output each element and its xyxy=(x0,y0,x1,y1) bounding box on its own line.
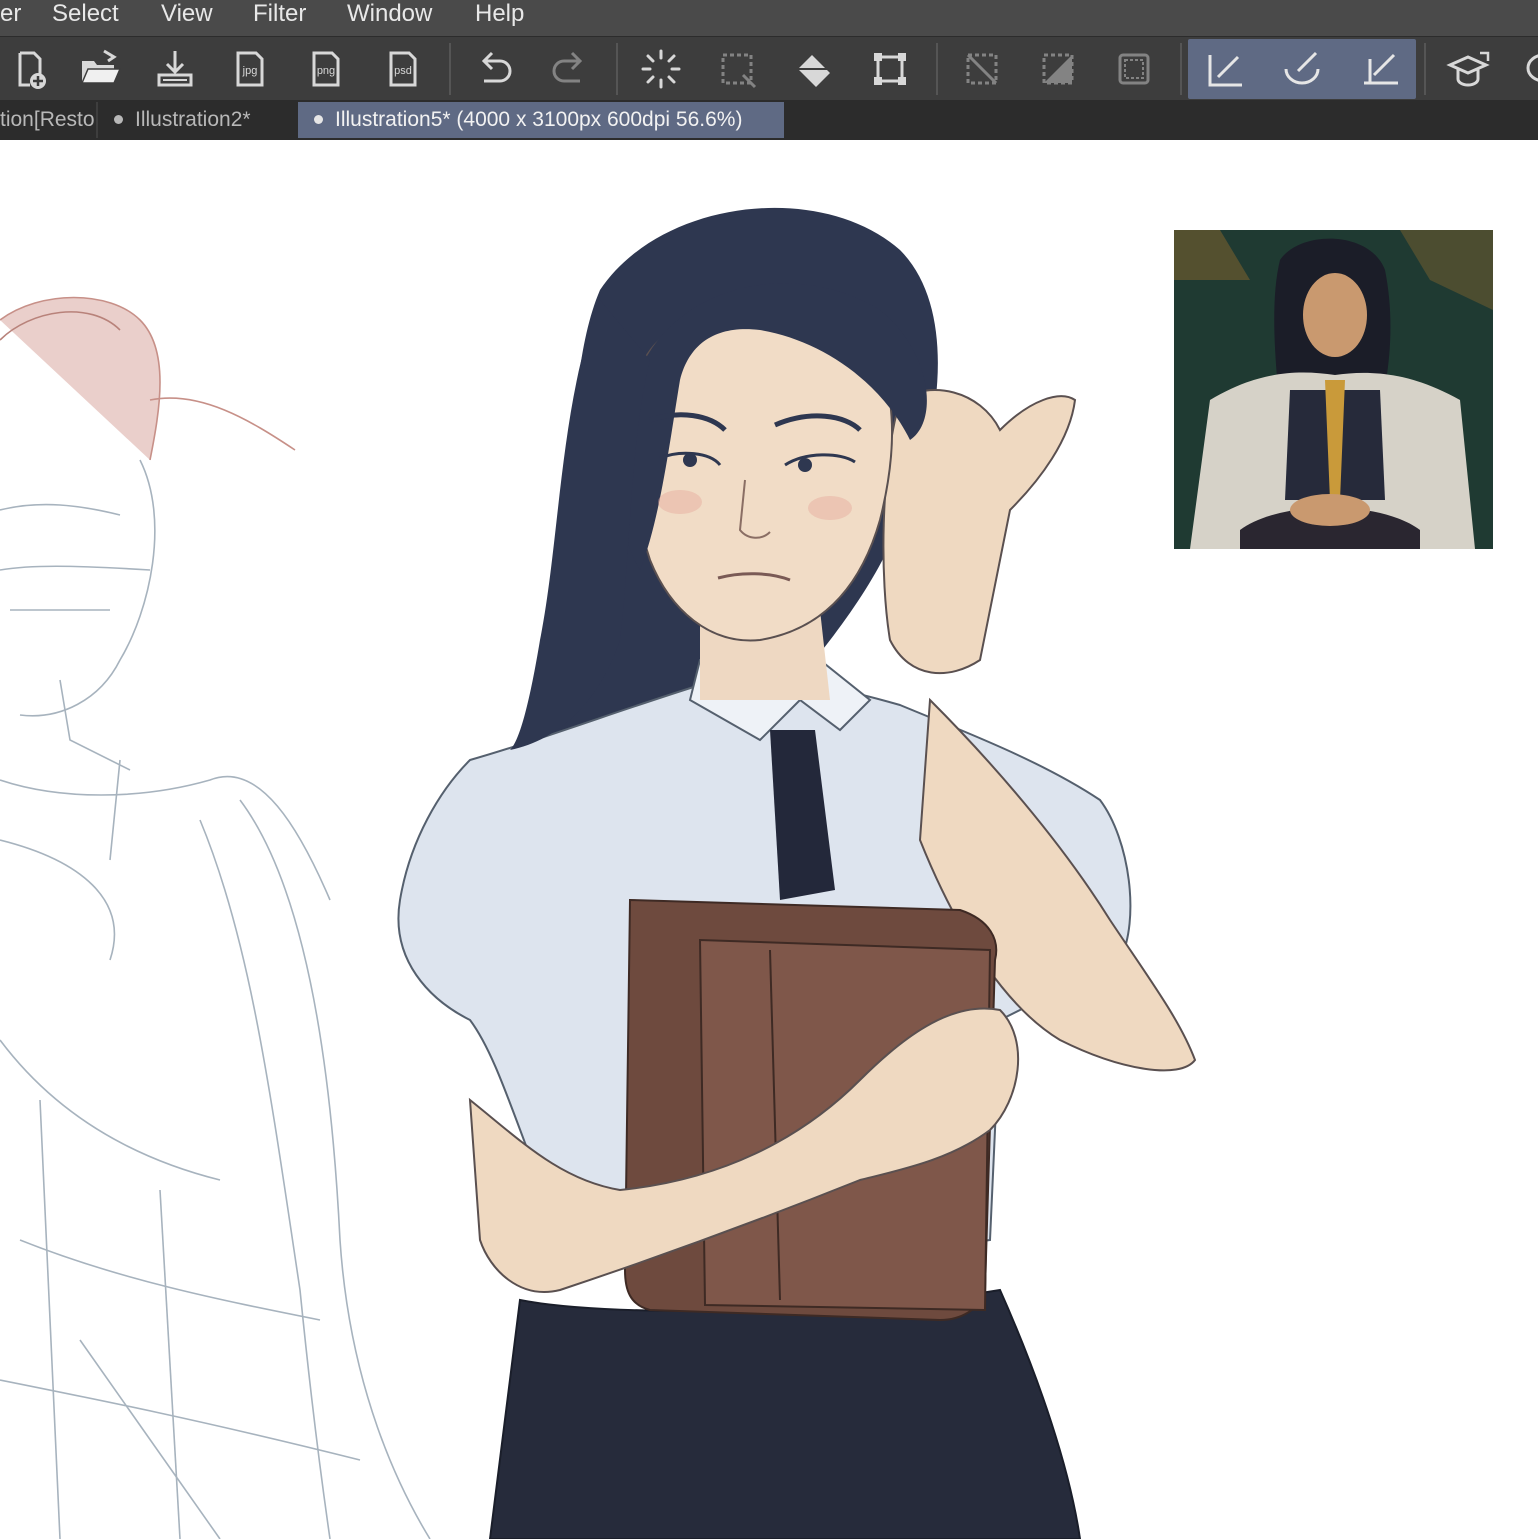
drawing-canvas[interactable] xyxy=(0,140,1538,1539)
toolbar-separator xyxy=(449,43,451,95)
tab-illustration5[interactable]: Illustration5* (4000 x 3100px 600dpi 56.… xyxy=(298,102,784,138)
busy-button[interactable] xyxy=(631,39,691,99)
learn-button[interactable] xyxy=(1438,39,1498,99)
document-tab-bar: tion[Resto Illustration2* Illustration5*… xyxy=(0,100,1538,140)
tab-label: tion[Resto xyxy=(0,108,94,131)
save-download-icon xyxy=(157,51,193,87)
toolbar-separator xyxy=(616,43,618,95)
new-file-icon xyxy=(18,51,46,89)
chat-icon xyxy=(1526,54,1538,82)
main-character-illustration xyxy=(397,207,1197,1539)
undo-icon xyxy=(481,51,512,83)
toolbar-separator xyxy=(1424,43,1426,95)
command-toolbar: jpg png psd xyxy=(0,36,1538,101)
redo-button[interactable] xyxy=(540,39,600,99)
unsaved-dot-icon xyxy=(114,114,123,124)
svg-text:psd: psd xyxy=(394,65,412,77)
background-sketch-figure xyxy=(0,296,431,1539)
export-jpg-icon: jpg xyxy=(236,51,264,87)
clear-selection-button[interactable] xyxy=(952,39,1012,99)
clear-selection-icon xyxy=(966,53,998,85)
svg-text:jpg: jpg xyxy=(242,65,258,77)
export-png-icon: png xyxy=(312,51,340,87)
save-button[interactable] xyxy=(145,39,205,99)
export-png-button[interactable]: png xyxy=(296,39,356,99)
svg-text:png: png xyxy=(317,65,335,77)
redo-icon xyxy=(552,51,583,83)
undo-button[interactable] xyxy=(464,39,524,99)
transform-icon xyxy=(874,53,906,85)
invert-selection-button[interactable] xyxy=(1028,39,1088,99)
toolbar-separator xyxy=(1180,43,1182,95)
toolbar-separator xyxy=(936,43,938,95)
ruler-angle-icon xyxy=(1364,53,1398,85)
transform-button[interactable] xyxy=(860,39,920,99)
menu-layer[interactable]: er xyxy=(0,0,21,30)
menu-select[interactable]: Select xyxy=(52,0,119,30)
fill-button[interactable] xyxy=(784,39,844,99)
invert-selection-icon xyxy=(1042,53,1074,85)
export-jpg-button[interactable]: jpg xyxy=(220,39,280,99)
tab-label: Illustration2* xyxy=(135,108,251,131)
menu-window[interactable]: Window xyxy=(347,0,432,30)
artwork xyxy=(0,207,1493,1539)
menu-help[interactable]: Help xyxy=(475,0,524,30)
loading-spinner-icon xyxy=(641,49,681,89)
selection-marquee-icon xyxy=(721,53,757,89)
selection-button[interactable] xyxy=(707,39,767,99)
learn-cap-icon xyxy=(1446,51,1490,87)
menu-view[interactable]: View xyxy=(161,0,213,30)
reference-image xyxy=(1174,230,1493,549)
export-psd-button[interactable]: psd xyxy=(373,39,433,99)
export-psd-icon: psd xyxy=(389,51,417,87)
open-folder-icon xyxy=(80,49,122,84)
tab-illustration2[interactable]: Illustration2* xyxy=(98,102,296,138)
ruler-pen-icon xyxy=(1208,55,1242,87)
unsaved-dot-icon xyxy=(314,114,323,124)
fill-bucket-icon xyxy=(798,55,830,87)
ruler-pen-button[interactable] xyxy=(1196,39,1256,99)
menu-bar: er Select View Filter Window Help xyxy=(0,0,1538,36)
curve-ruler-icon xyxy=(1284,51,1320,85)
new-file-button[interactable] xyxy=(0,39,60,99)
menu-filter[interactable]: Filter xyxy=(253,0,306,30)
curve-ruler-button[interactable] xyxy=(1272,39,1332,99)
show-selection-button[interactable] xyxy=(1104,39,1164,99)
tab-label: Illustration5* (4000 x 3100px 600dpi 56.… xyxy=(335,108,743,131)
tab-restore[interactable]: tion[Resto xyxy=(0,102,94,138)
open-file-button[interactable] xyxy=(70,39,130,99)
ruler-angle-button[interactable] xyxy=(1350,39,1410,99)
chat-button[interactable] xyxy=(1512,39,1538,99)
show-selection-icon xyxy=(1118,53,1150,85)
